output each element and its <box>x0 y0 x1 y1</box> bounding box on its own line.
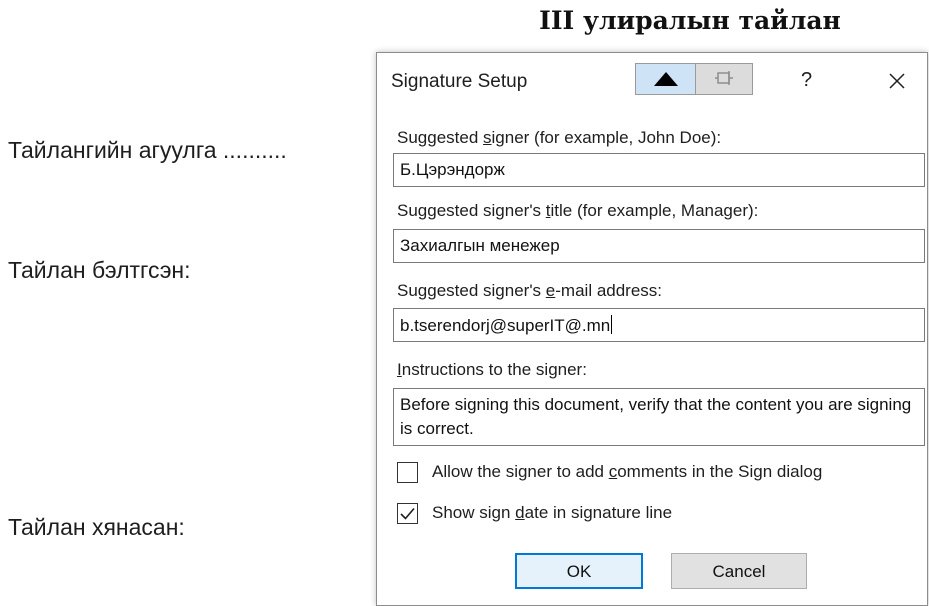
instructions-textarea[interactable]: Before signing this document, verify tha… <box>393 388 925 446</box>
signer-email-label: Suggested signer's e-mail address: <box>397 281 663 300</box>
allow-comments-label[interactable]: Allow the signer to add comments in the … <box>432 462 822 482</box>
dialog-title: Signature Setup <box>391 71 528 92</box>
pin-icon <box>715 71 733 85</box>
checkmark-icon <box>400 507 415 520</box>
text-caret <box>611 315 613 334</box>
signer-title-label: Suggested signer's title (for example, M… <box>397 201 759 220</box>
document-line-prepared: Тайлан бэлтгсэн: <box>8 257 191 283</box>
triangle-up-icon <box>654 72 678 86</box>
dialog-titlebar[interactable]: Signature Setup ? <box>377 53 927 109</box>
document-line-content: Тайлангийн агуулга .......... <box>8 137 287 163</box>
signer-email-value: b.tserendorj@superIT@.mn <box>400 316 611 335</box>
ok-button[interactable]: OK <box>515 553 643 589</box>
document-title: III улиралын тайлан <box>539 6 841 35</box>
titlebar-button-group <box>635 63 753 95</box>
signer-name-input[interactable]: Б.Цэрэндорж <box>393 153 925 187</box>
help-button[interactable]: ? <box>801 69 812 92</box>
allow-comments-checkbox[interactable] <box>397 462 418 483</box>
show-sign-date-label[interactable]: Show sign date in signature line <box>432 503 672 523</box>
move-up-button[interactable] <box>636 64 696 94</box>
document-line-reviewed: Тайлан хянасан: <box>8 514 185 540</box>
pin-button[interactable] <box>696 64 752 94</box>
signature-setup-dialog: Signature Setup ? Suggested signer (for … <box>376 52 928 606</box>
signer-email-input[interactable]: b.tserendorj@superIT@.mn <box>393 308 925 342</box>
show-sign-date-checkbox[interactable] <box>397 503 418 524</box>
instructions-label: Instructions to the signer: <box>397 360 587 379</box>
signer-title-input[interactable]: Захиалгын менежер <box>393 229 925 263</box>
close-button[interactable] <box>887 71 907 91</box>
cancel-button[interactable]: Cancel <box>671 553 807 589</box>
close-icon <box>889 73 905 89</box>
signer-name-label: Suggested signer (for example, John Doe)… <box>397 128 722 147</box>
